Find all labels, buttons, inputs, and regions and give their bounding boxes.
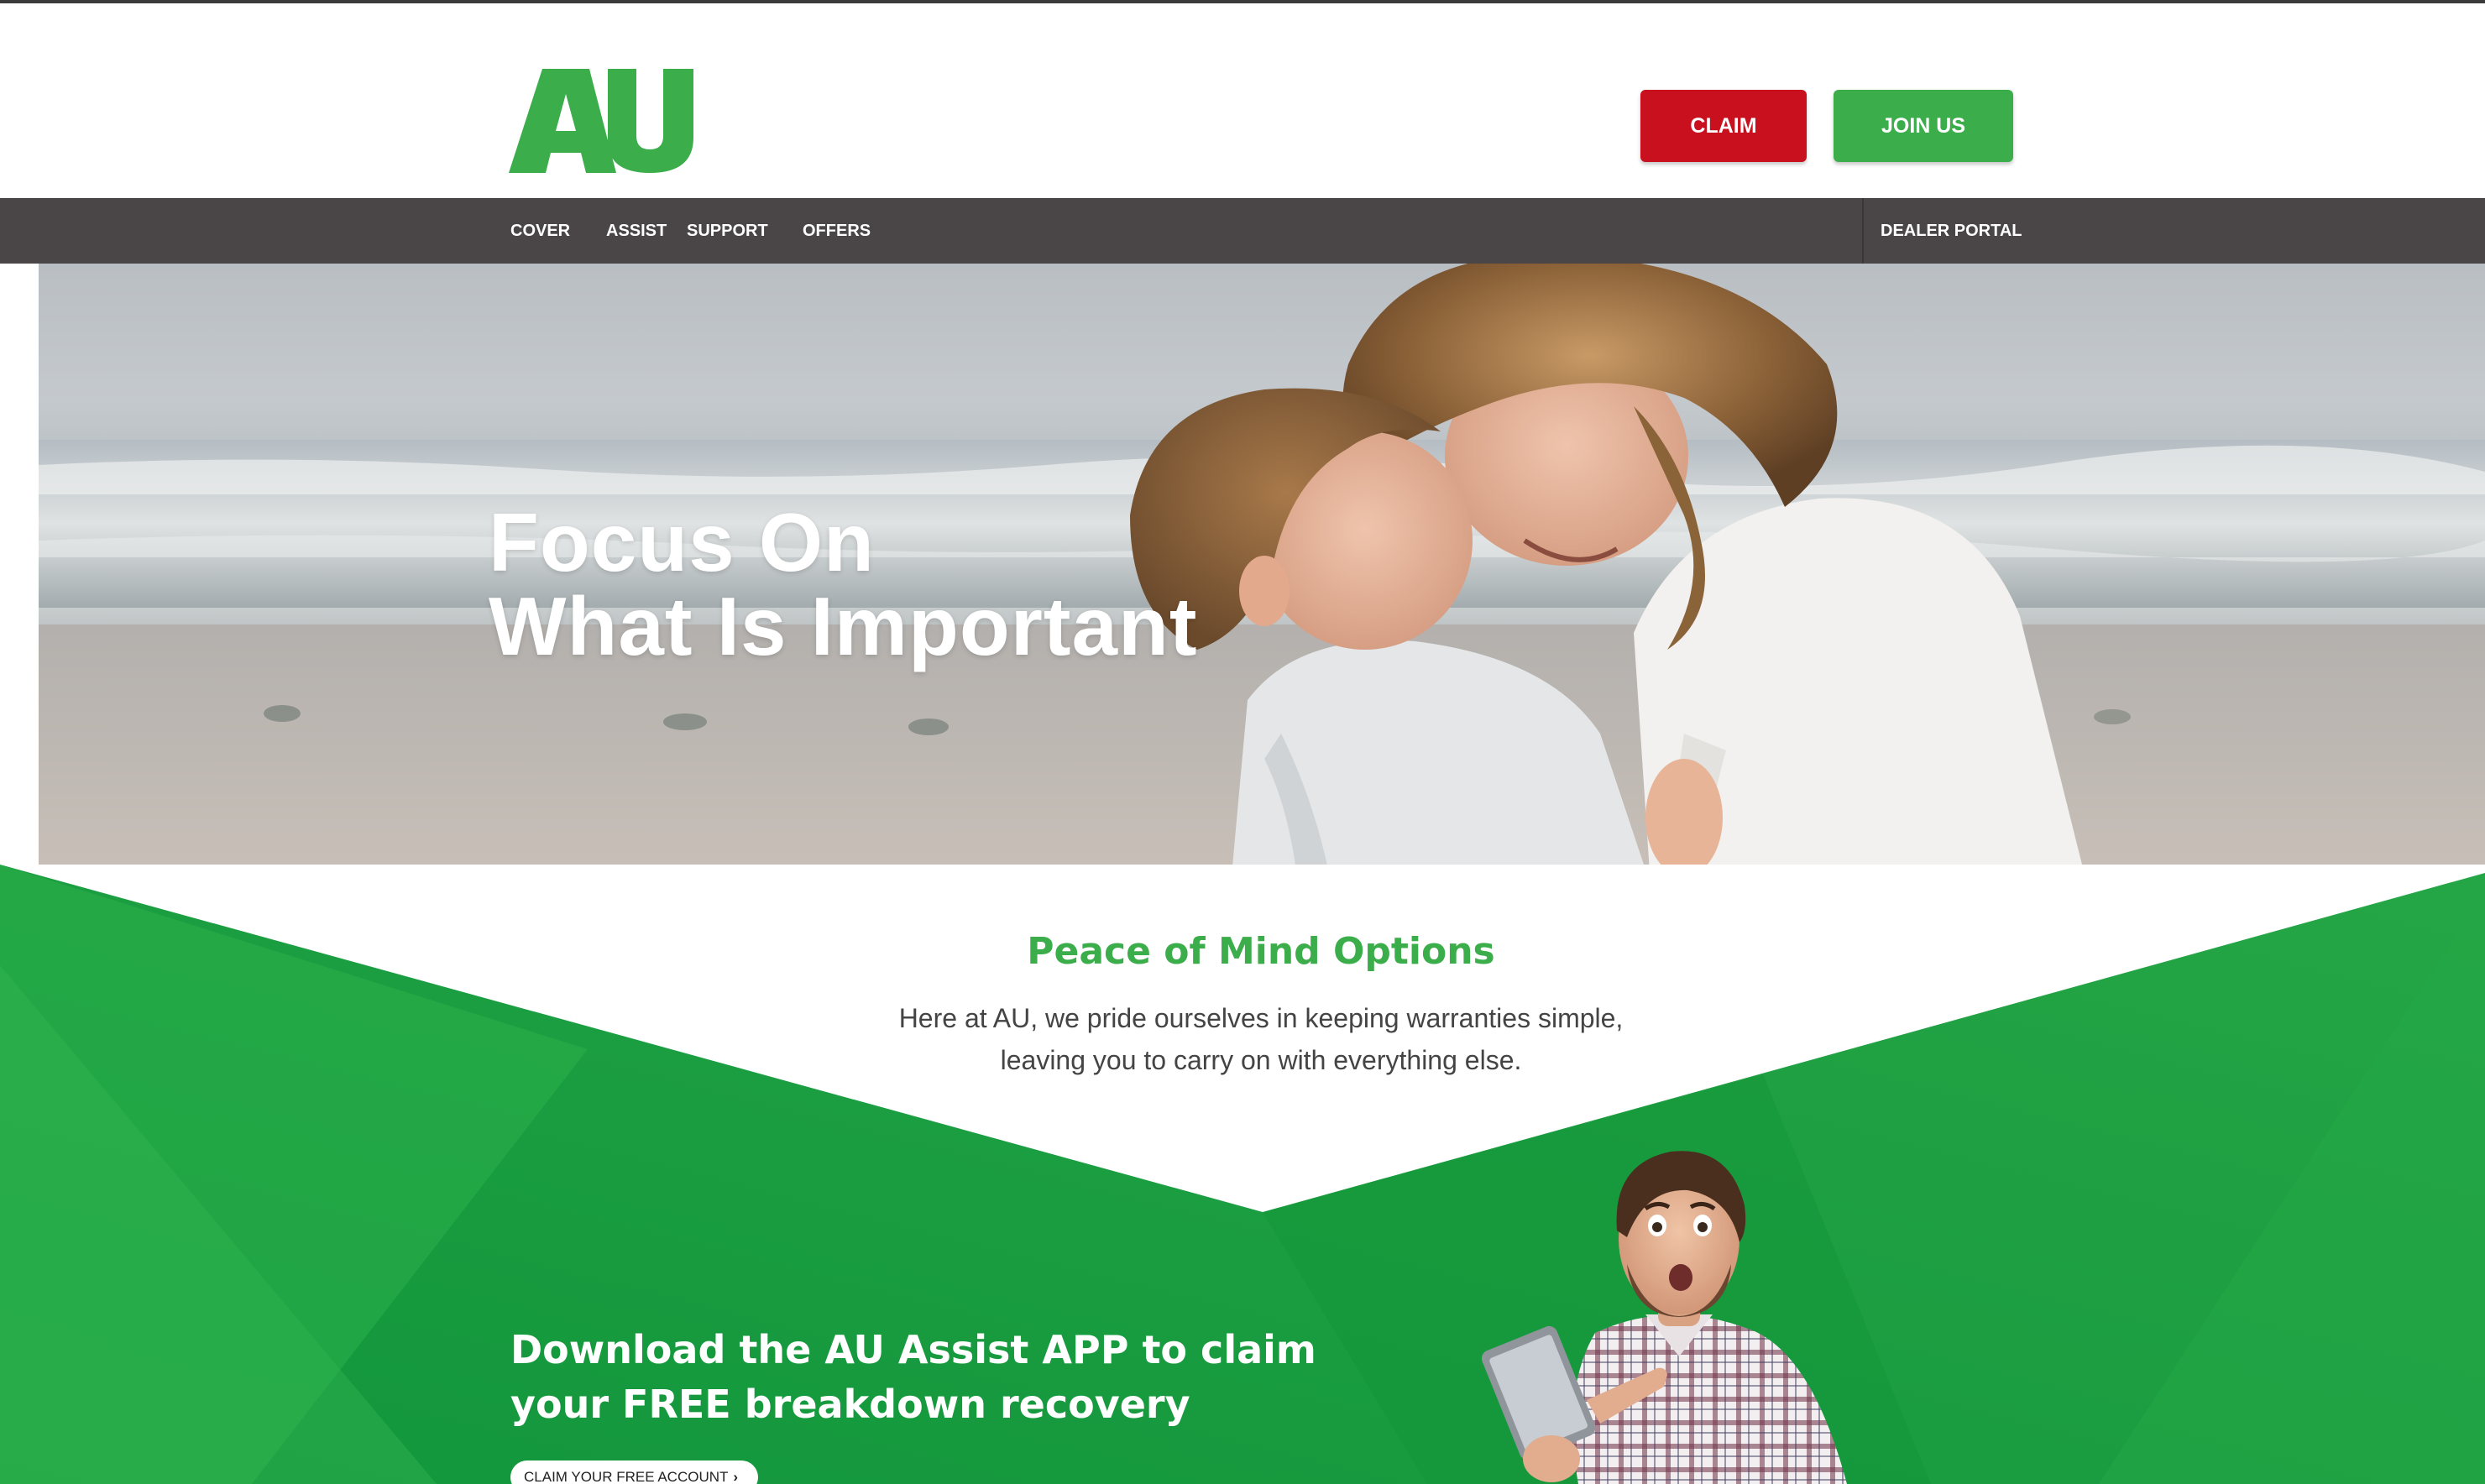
site-header: CLAIM JOIN US [0,3,2485,198]
peace-of-mind-title: Peace of Mind Options [1027,930,1495,973]
nav-item-offers[interactable]: OFFERS [803,198,871,264]
app-promo-line2: your FREE breakdown recovery [510,1382,1190,1427]
hero-title-line2: What Is Important [489,580,1198,672]
chevron-right-icon: › [733,1469,739,1484]
hero-photo [39,264,2485,885]
au-logo[interactable] [509,69,693,173]
nav-item-assist[interactable]: ASSIST [606,198,667,264]
nav-item-support[interactable]: SUPPORT [687,198,768,264]
app-promo-heading: Download the AU Assist APP to claim your… [510,1323,1316,1432]
claim-free-account-label: CLAIM YOUR FREE ACCOUNT [524,1469,729,1484]
nav-divider [1862,198,1864,264]
join-us-button[interactable]: JOIN US [1834,90,2013,162]
nav-item-dealer-portal[interactable]: DEALER PORTAL [1881,198,2022,264]
hero-title-line1: Focus On [489,496,875,588]
claim-free-account-button[interactable]: CLAIM YOUR FREE ACCOUNT › [510,1460,759,1484]
claim-button[interactable]: CLAIM [1640,90,1807,162]
nav-item-cover[interactable]: COVER [510,198,570,264]
peace-text-line1: Here at AU, we pride ourselves in keepin… [898,1003,1624,1033]
peace-of-mind-text: Here at AU, we pride ourselves in keepin… [0,997,2485,1081]
hero-title: Focus On What Is Important [489,500,1198,668]
app-promo-line1: Download the AU Assist APP to claim [510,1327,1316,1372]
man-with-tablet-image [1481,1151,1847,1484]
peace-text-line2: leaving you to carry on with everything … [1000,1045,1522,1075]
hero-banner: Focus On What Is Important [39,264,2485,885]
main-nav: COVER ASSIST SUPPORT OFFERS DEALER PORTA… [0,198,2485,264]
